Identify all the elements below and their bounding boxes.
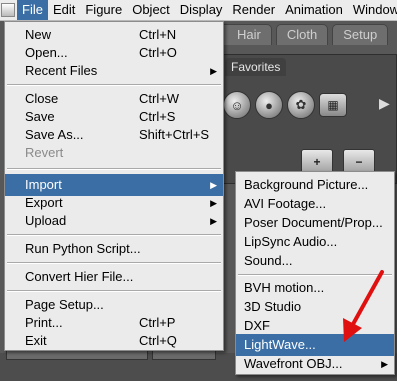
menu-item-run-python-script[interactable]: Run Python Script... <box>5 238 223 260</box>
menu-item-label: Convert Hier File... <box>25 269 134 284</box>
menu-item-label: Exit <box>25 333 47 348</box>
menu-window[interactable]: Window <box>348 0 397 20</box>
menu-item-recent-files[interactable]: Recent Files ▶ <box>5 60 223 82</box>
menu-item-convert-hier-file[interactable]: Convert Hier File... <box>5 266 223 288</box>
menu-separator <box>7 168 221 170</box>
submenu-arrow-icon: ▶ <box>381 359 388 369</box>
menu-separator <box>7 290 221 292</box>
room-tabs: Hair Cloth Setup <box>218 24 389 45</box>
palette-icon[interactable]: ✿ <box>287 91 315 119</box>
menu-render[interactable]: Render <box>227 0 280 20</box>
library-panel: Favorites ☺ ● ✿ ▦ ▶ + − <box>218 54 397 184</box>
import-submenu: Background Picture... AVI Footage... Pos… <box>235 171 395 375</box>
menu-item-sound[interactable]: Sound... <box>236 250 394 272</box>
menu-file[interactable]: File <box>17 0 48 20</box>
menu-figure[interactable]: Figure <box>80 0 127 20</box>
menu-item-revert: Revert <box>5 142 223 164</box>
menu-object[interactable]: Object <box>127 0 175 20</box>
library-panel-title: Favorites <box>225 58 287 76</box>
menu-item-label: Revert <box>25 145 64 160</box>
tab-cloth[interactable]: Cloth <box>275 24 329 45</box>
menu-item-wavefront-obj[interactable]: Wavefront OBJ... ▶ <box>236 353 394 375</box>
menu-item-label: Run Python Script... <box>25 241 141 256</box>
menu-animation[interactable]: Animation <box>280 0 348 20</box>
menu-item-label: Wavefront OBJ... <box>244 356 343 371</box>
file-menu: New Ctrl+N Open... Ctrl+O Recent Files ▶… <box>4 21 224 351</box>
menu-display[interactable]: Display <box>175 0 228 20</box>
poses-icon[interactable]: ☺ <box>223 91 251 119</box>
submenu-arrow-icon: ▶ <box>210 66 217 76</box>
menu-item-label: Sound... <box>244 253 293 268</box>
app-icon <box>1 3 15 17</box>
chevron-right-icon[interactable]: ▶ <box>379 95 390 112</box>
menu-separator <box>238 274 392 276</box>
menu-item-label: Upload <box>25 213 67 228</box>
movie-clapper-icon[interactable]: ▦ <box>319 93 347 117</box>
submenu-arrow-icon: ▶ <box>210 216 217 226</box>
menu-separator <box>7 234 221 236</box>
menu-item-shortcut: Ctrl+Q <box>139 333 177 348</box>
menu-item-label: Recent Files <box>25 63 98 78</box>
menu-separator <box>7 84 221 86</box>
menu-separator <box>7 262 221 264</box>
tab-setup[interactable]: Setup <box>332 24 389 45</box>
menubar: File Edit Figure Object Display Render A… <box>0 0 397 21</box>
menu-item-exit[interactable]: Exit Ctrl+Q <box>5 330 223 352</box>
tab-hair[interactable]: Hair <box>218 24 272 45</box>
menu-item-upload[interactable]: Upload ▶ <box>5 210 223 232</box>
menu-edit[interactable]: Edit <box>48 0 80 20</box>
camera-icon[interactable]: ● <box>255 91 283 119</box>
